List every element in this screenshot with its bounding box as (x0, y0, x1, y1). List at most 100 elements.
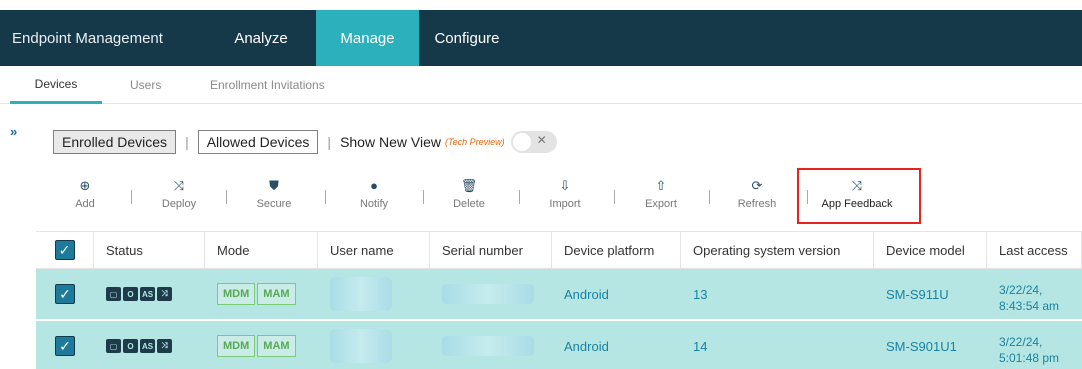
header-user-name[interactable]: User name (318, 232, 430, 268)
view-selector: Enrolled Devices | Allowed Devices | Sho… (53, 130, 557, 154)
header-mode[interactable]: Mode (205, 232, 318, 268)
as-icon: AS (140, 287, 155, 301)
deploy-label: Deploy (161, 198, 197, 210)
allowed-devices-button[interactable]: Allowed Devices (197, 130, 319, 154)
mode-badge: MDM (217, 283, 256, 305)
device-model-cell: SM-S911U (886, 286, 949, 302)
delete-label: Delete (453, 198, 485, 210)
mode-badge: MAM (257, 335, 296, 357)
select-all-checkbox[interactable]: ✓ (54, 240, 75, 260)
shuffle-icon: ⤨ (173, 178, 185, 193)
secure-button[interactable]: ⛊ Secure (251, 168, 297, 220)
nav-configure[interactable]: Configure (419, 10, 515, 66)
refresh-label: Refresh (737, 198, 777, 210)
tab-users[interactable]: Users (130, 66, 161, 104)
refresh-button[interactable]: ⟳ Refresh (733, 168, 781, 220)
deploy-button[interactable]: ⤨ Deploy (156, 168, 202, 220)
close-icon: ✕ (536, 133, 547, 147)
app-brand[interactable]: Endpoint Management (0, 10, 206, 66)
header-device-platform[interactable]: Device platform (552, 232, 681, 268)
redacted-value (330, 329, 392, 363)
row-checkbox[interactable]: ✓ (55, 336, 75, 356)
serial-number-cell (430, 269, 552, 319)
header-last-access[interactable]: Last access (987, 232, 1082, 268)
os-version-cell: 14 (693, 338, 708, 354)
user-name-cell (318, 321, 430, 369)
expand-sidebar-icon[interactable]: » (10, 124, 17, 139)
tab-enrollment-invitations[interactable]: Enrollment Invitations (210, 66, 325, 104)
mode-badge: MAM (257, 283, 296, 305)
last-access-date: 3/22/24, (999, 283, 1043, 297)
toolbar-divider (614, 190, 615, 204)
status-cell: ▢ O AS ⤨ (94, 269, 205, 319)
export-label: Export (645, 198, 677, 210)
circle-icon: O (123, 287, 138, 301)
divider: | (185, 134, 189, 150)
delete-button[interactable]: 🗑 Delete (447, 168, 491, 220)
os-version-cell: 13 (693, 286, 708, 302)
new-view-toggle[interactable]: ✕ (510, 131, 557, 153)
annotation-highlight-box (797, 168, 921, 224)
row-checkbox[interactable]: ✓ (55, 284, 75, 304)
import-button[interactable]: ⇩ Import (543, 168, 587, 220)
toolbar-divider (131, 190, 132, 204)
sub-tabs: Devices Users Enrollment Invitations (0, 66, 1082, 104)
redacted-value (330, 277, 392, 311)
toolbar-divider (519, 190, 520, 204)
nav-analyze[interactable]: Analyze (206, 10, 316, 66)
serial-number-cell (430, 321, 552, 369)
toggle-knob (512, 133, 531, 151)
table-row[interactable]: ✓ ▢ O AS ⤨ MDM MAM Android 14 SM-S901U1 … (36, 321, 1082, 369)
platform-cell: Android (564, 338, 609, 354)
shield-icon: ⛊ (269, 178, 279, 193)
header-serial-number[interactable]: Serial number (430, 232, 552, 268)
shuffle-icon: ⤨ (157, 339, 172, 353)
last-access-date: 3/22/24, (999, 335, 1043, 349)
toolbar-divider (325, 190, 326, 204)
tab-devices[interactable]: Devices (10, 66, 102, 104)
enrolled-devices-button[interactable]: Enrolled Devices (53, 130, 177, 154)
row-select-cell: ✓ (36, 269, 94, 319)
header-device-model[interactable]: Device model (874, 232, 987, 268)
table-header: ✓ Status Mode User name Serial number De… (36, 231, 1082, 269)
trash-icon: 🗑 (460, 178, 478, 193)
top-navigation: Endpoint Management Analyze Manage Confi… (0, 10, 1082, 66)
last-access-cell: 3/22/24, 8:43:54 am (987, 269, 1082, 319)
as-icon: AS (140, 339, 155, 353)
add-icon: ⊕ (79, 178, 91, 193)
header-os-version[interactable]: Operating system version (681, 232, 874, 268)
toolbar-divider (709, 190, 710, 204)
nav-manage[interactable]: Manage (316, 10, 419, 66)
export-icon: ⇧ (655, 178, 667, 193)
toolbar-divider (423, 190, 424, 204)
table-row[interactable]: ✓ ▢ O AS ⤨ MDM MAM Android 13 SM-S911U 3… (36, 269, 1082, 320)
import-icon: ⇩ (559, 178, 571, 193)
add-label: Add (75, 198, 95, 210)
secure-label: Secure (256, 198, 292, 210)
mode-badge: MDM (217, 335, 256, 357)
device-model-cell: SM-S901U1 (886, 338, 957, 354)
add-button[interactable]: ⊕ Add (68, 168, 102, 220)
last-access-time: 8:43:54 am (999, 299, 1060, 313)
mode-cell: MDM MAM (205, 269, 318, 319)
bell-icon: ● (370, 178, 378, 193)
device-icon: ▢ (106, 339, 121, 353)
user-name-cell (318, 269, 430, 319)
shuffle-icon: ⤨ (157, 287, 172, 301)
toolbar-divider (226, 190, 227, 204)
refresh-icon: ⟳ (751, 178, 763, 193)
platform-cell: Android (564, 286, 609, 302)
export-button[interactable]: ⇧ Export (638, 168, 684, 220)
redacted-value (442, 284, 534, 304)
last-access-cell: 3/22/24, 5:01:48 pm (987, 321, 1082, 369)
select-all-cell: ✓ (36, 232, 94, 268)
notify-button[interactable]: ● Notify (351, 168, 397, 220)
import-label: Import (549, 198, 581, 210)
redacted-value (442, 336, 534, 356)
tech-preview-label: (Tech Preview) (444, 137, 505, 147)
last-access-time: 5:01:48 pm (999, 351, 1060, 365)
notify-label: Notify (359, 198, 389, 210)
row-select-cell: ✓ (36, 321, 94, 369)
status-cell: ▢ O AS ⤨ (94, 321, 205, 369)
header-status[interactable]: Status (94, 232, 205, 268)
